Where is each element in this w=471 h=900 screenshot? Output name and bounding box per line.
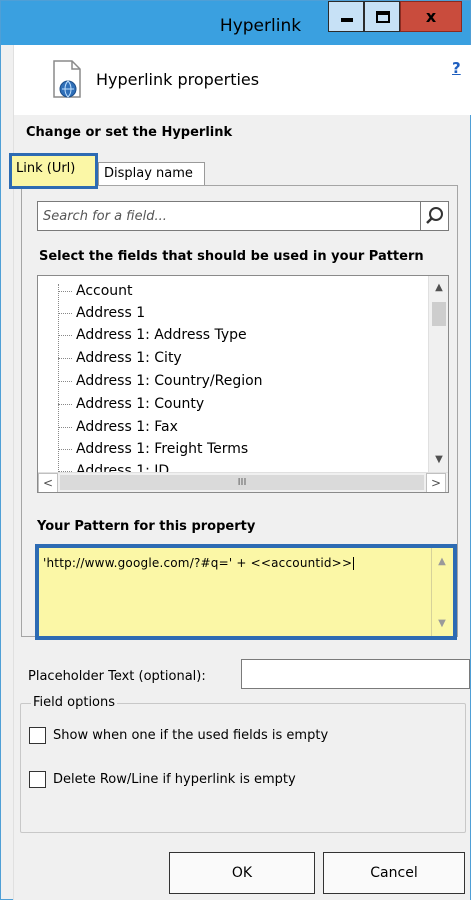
close-icon: x: [425, 7, 437, 26]
tree-item[interactable]: Address 1: [58, 302, 145, 324]
placeholder-input[interactable]: [241, 659, 470, 689]
placeholder-label: Placeholder Text (optional):: [28, 669, 206, 684]
scroll-thumb[interactable]: [432, 302, 446, 326]
tree-item[interactable]: Address 1: Country/Region: [58, 370, 263, 392]
hyperlink-dialog: Hyperlink x Hyperlink properties ? Chang…: [0, 0, 471, 900]
field-options-title: Field options: [31, 695, 118, 710]
title-bar[interactable]: Hyperlink x: [1, 1, 470, 45]
scroll-right-icon[interactable]: >: [426, 473, 446, 492]
tree-item[interactable]: Address 1: Address Type: [58, 324, 247, 346]
scroll-left-icon[interactable]: <: [38, 473, 58, 492]
tree-item[interactable]: Address 1: Fax: [58, 416, 178, 438]
maximize-icon: [376, 11, 390, 23]
tree-item[interactable]: Address 1: City: [58, 347, 182, 369]
tree-item[interactable]: Account: [58, 280, 133, 302]
delete-row-checkbox[interactable]: [29, 771, 46, 788]
tree-vertical-scrollbar[interactable]: ▲ ▼: [428, 276, 448, 472]
horizontal-scroll-thumb[interactable]: III: [60, 475, 424, 490]
minimize-button[interactable]: [328, 1, 364, 32]
tree-item[interactable]: Address 1: County: [58, 393, 204, 415]
ok-button[interactable]: OK: [169, 852, 315, 894]
scroll-down-icon[interactable]: ▼: [429, 450, 448, 470]
search-button[interactable]: [420, 202, 448, 230]
pattern-text: 'http://www.google.com/?#q=' + <<account…: [43, 556, 355, 570]
delete-row-label: Delete Row/Line if hyperlink is empty: [53, 772, 296, 787]
search-icon: [426, 207, 443, 224]
search-field: [37, 201, 449, 231]
field-options-group: [20, 703, 466, 833]
scroll-up-icon[interactable]: ▲: [432, 552, 452, 572]
header-title: Hyperlink properties: [96, 70, 260, 89]
group-title: Change or set the Hyperlink: [26, 125, 233, 140]
search-input[interactable]: [39, 203, 421, 229]
pattern-title: Your Pattern for this property: [37, 519, 256, 534]
tree-item[interactable]: Address 1: Freight Terms: [58, 438, 248, 460]
pattern-value: 'http://www.google.com/?#q=' + <<account…: [43, 556, 353, 570]
minimize-icon: [341, 18, 353, 22]
text-caret: [353, 557, 355, 570]
hyperlink-document-icon: [53, 60, 81, 98]
tab-link-url[interactable]: Link (Url): [9, 153, 98, 189]
help-link[interactable]: ?: [452, 59, 461, 77]
close-button[interactable]: x: [400, 1, 462, 32]
cancel-button[interactable]: Cancel: [323, 852, 465, 894]
pattern-scrollbar[interactable]: ▲ ▼: [431, 548, 453, 636]
field-tree[interactable]: Account Address 1 Address 1: Address Typ…: [37, 275, 449, 493]
show-when-empty-label: Show when one if the used fields is empt…: [53, 728, 329, 743]
header-area: Hyperlink properties ?: [14, 45, 471, 115]
tree-horizontal-scrollbar[interactable]: < III >: [38, 472, 448, 492]
fields-title: Select the fields that should be used in…: [39, 249, 424, 264]
scroll-down-icon[interactable]: ▼: [432, 614, 452, 634]
scroll-up-icon[interactable]: ▲: [429, 278, 448, 298]
show-when-empty-checkbox[interactable]: [29, 727, 46, 744]
pattern-textarea[interactable]: 'http://www.google.com/?#q=' + <<account…: [35, 544, 457, 640]
maximize-button[interactable]: [364, 1, 400, 32]
tab-display-name[interactable]: Display name: [98, 162, 205, 186]
